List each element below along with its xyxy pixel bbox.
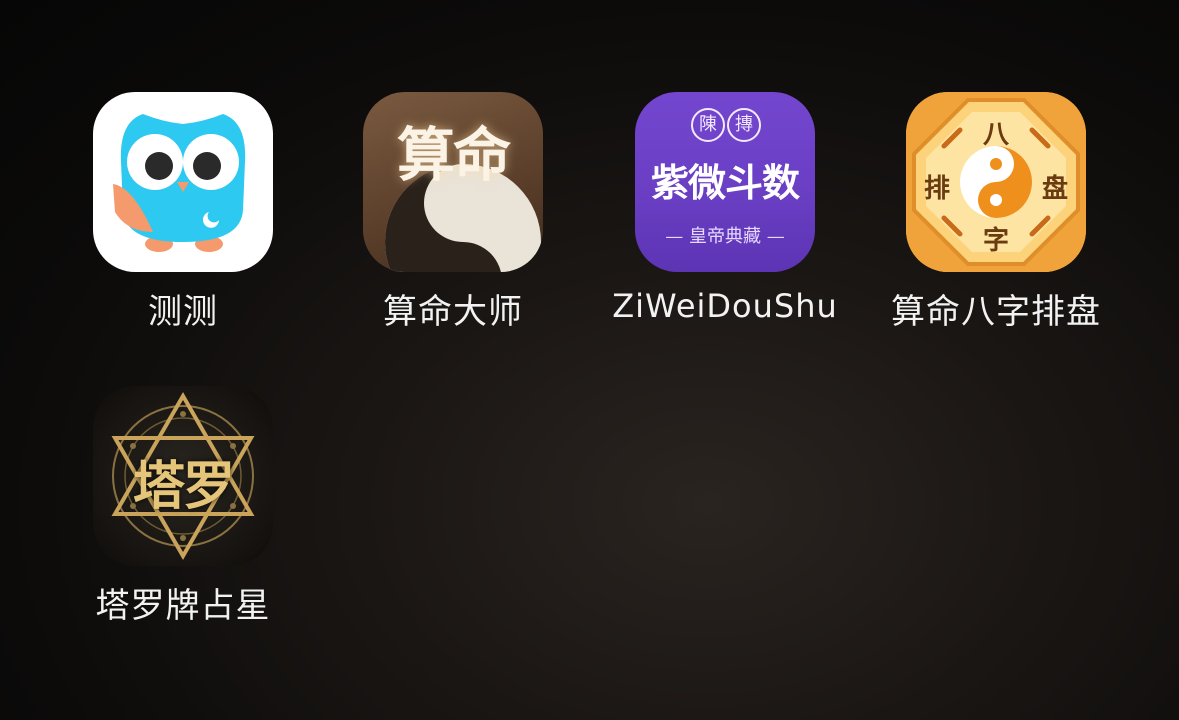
app-ziwei-doushu[interactable]: 陳 摶 紫微斗数 — 皇帝典藏 — ZiWeiDouShu	[595, 92, 855, 332]
seal-icon: 摶	[727, 108, 761, 142]
app-label: ZiWeiDouShu	[612, 287, 838, 325]
seal-icon: 陳	[691, 108, 725, 142]
app-label: 测测	[148, 292, 218, 332]
bagua-char-left: 排	[924, 174, 951, 204]
ziwei-icon-title: 紫微斗数	[650, 160, 800, 205]
ziwei-icon-subtitle: — 皇帝典藏 —	[665, 226, 785, 247]
app-label: 算命八字排盘	[891, 292, 1101, 332]
app-suanming-dashi[interactable]: 算命 算命大师	[323, 92, 583, 332]
bagua-char-top: 八	[982, 120, 1009, 150]
app-cece[interactable]: 测测	[53, 92, 313, 332]
tarot-hexagram-icon[interactable]: 塔罗	[93, 386, 273, 566]
app-label: 塔罗牌占星	[95, 586, 271, 626]
tarot-icon-text: 塔罗	[132, 456, 235, 517]
owl-icon[interactable]	[93, 92, 273, 272]
ziwei-doushu-icon[interactable]: 陳 摶 紫微斗数 — 皇帝典藏 —	[635, 92, 815, 272]
app-bazi-paipan[interactable]: 八 排 盘 字 算命八字排盘	[866, 92, 1126, 332]
app-label: 算命大师	[383, 292, 523, 332]
fortune-icon-text: 算命	[396, 121, 511, 189]
app-tarot-astrology[interactable]: 塔罗 塔罗牌占星	[53, 386, 313, 626]
bagua-char-right: 盘	[1041, 174, 1068, 204]
bagua-char-bottom: 字	[982, 226, 1009, 256]
bagua-icon[interactable]: 八 排 盘 字	[906, 92, 1086, 272]
yin-yang-fortune-icon[interactable]: 算命	[363, 92, 543, 272]
